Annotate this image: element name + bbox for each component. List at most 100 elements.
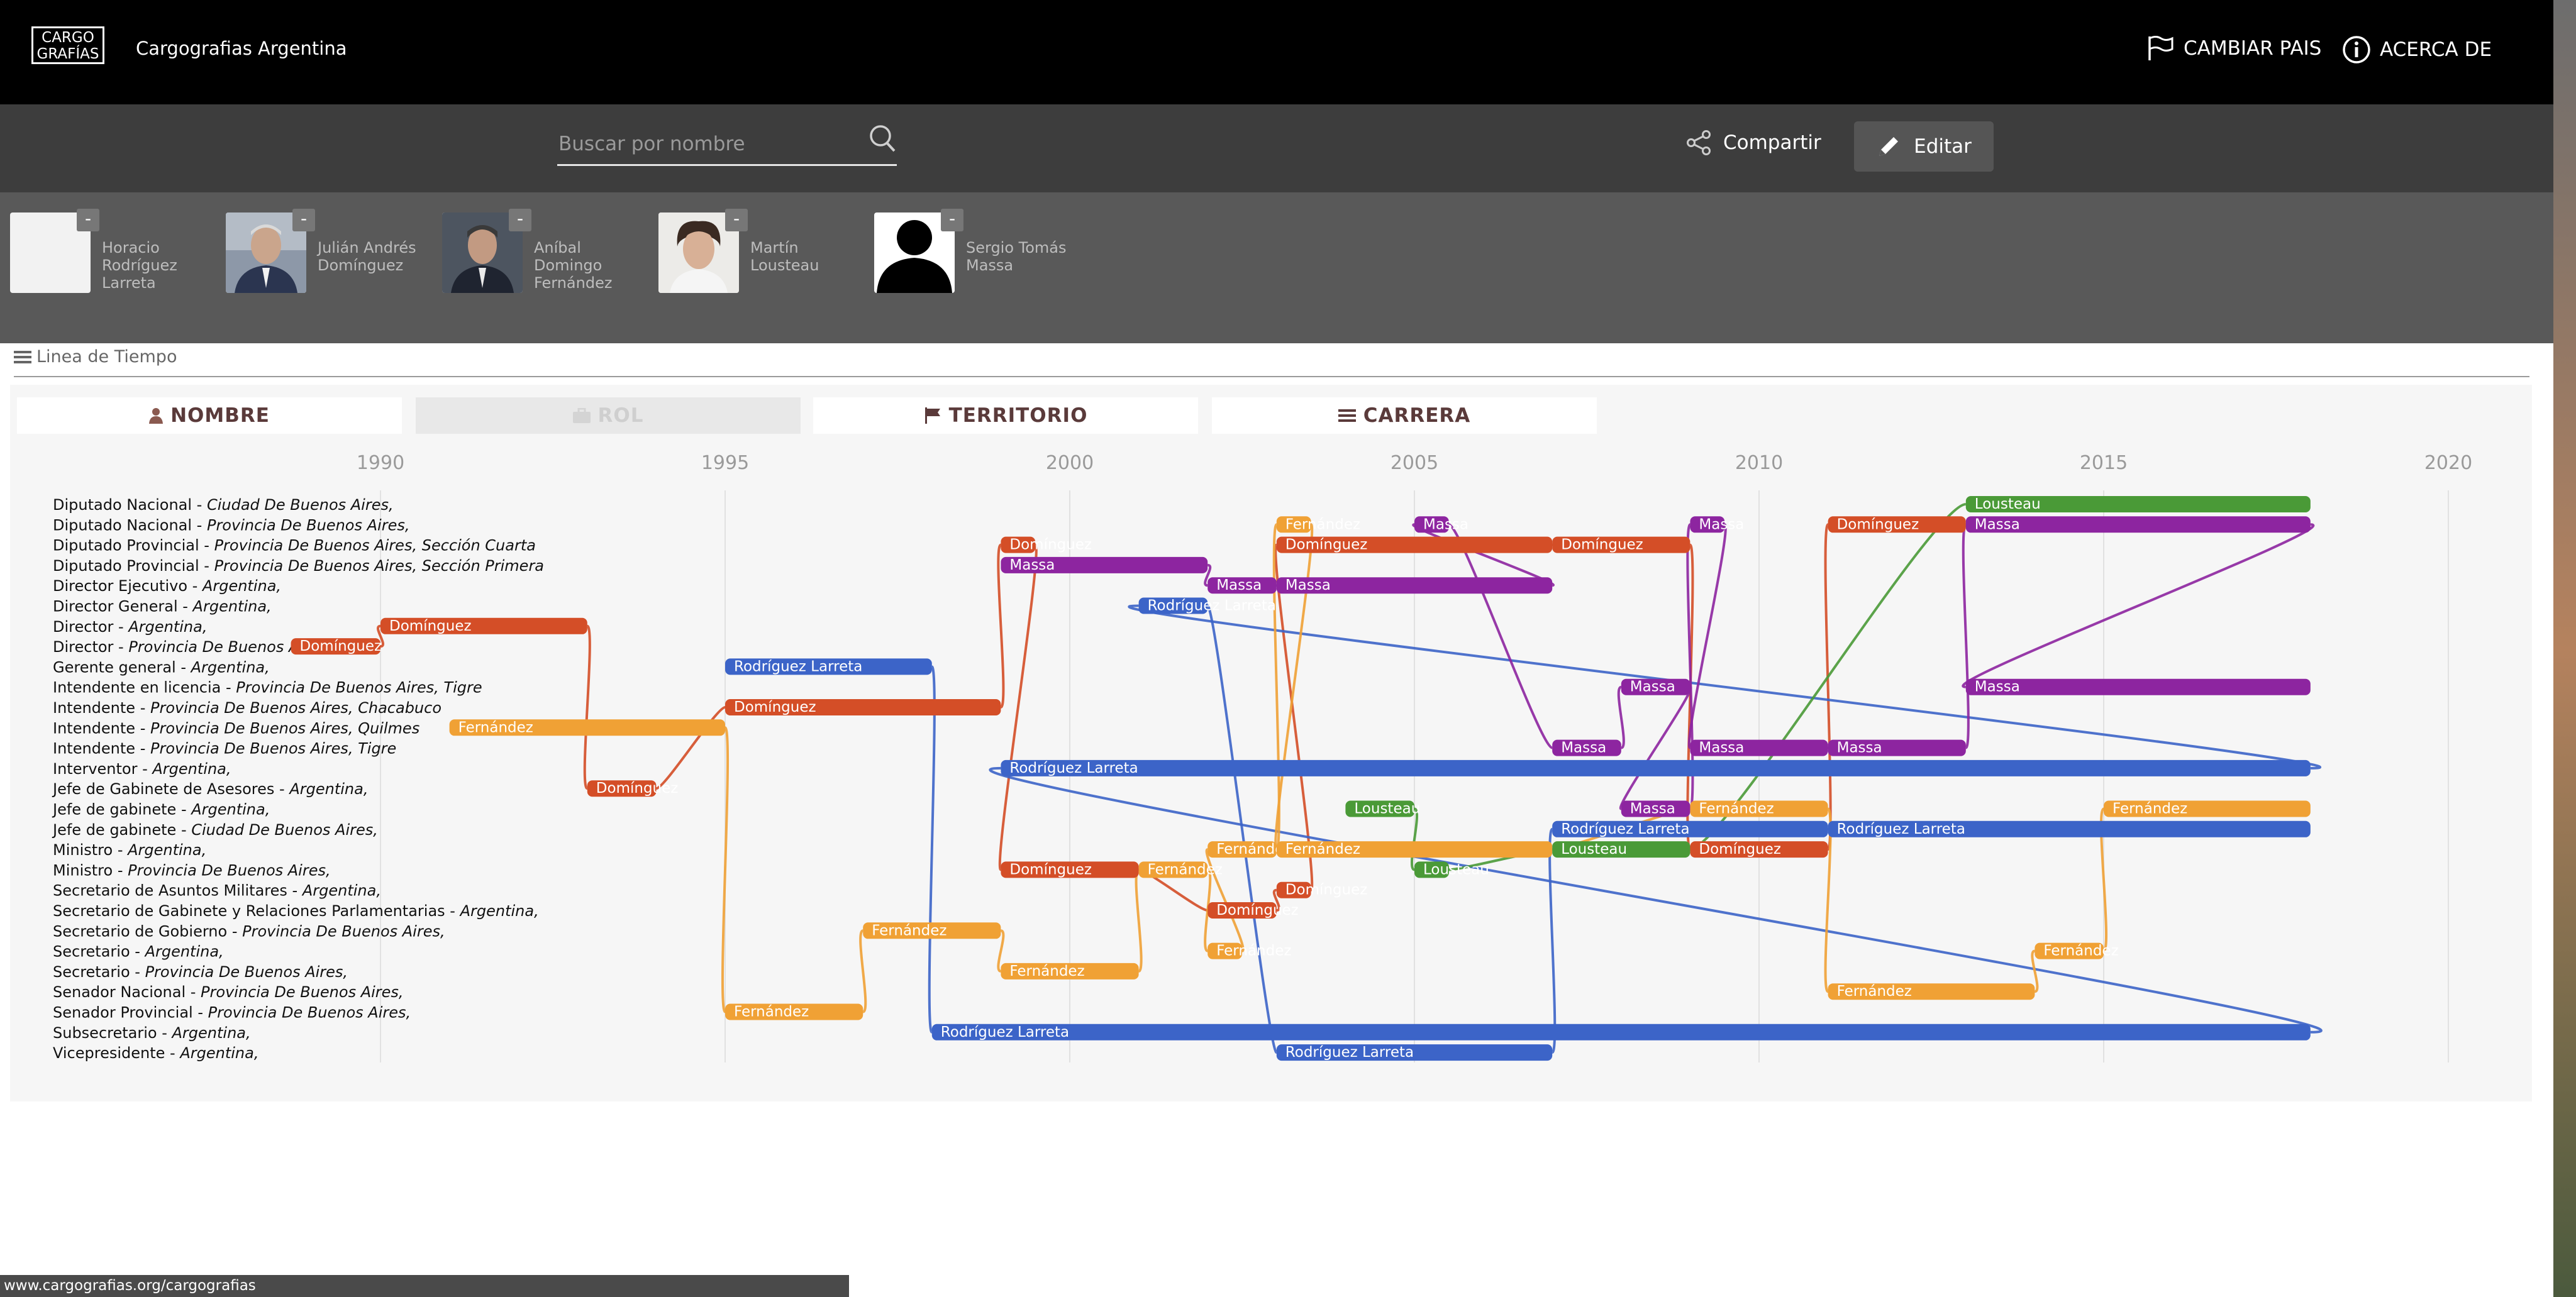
career-bar-label: Fernández [1216, 943, 1291, 959]
career-bar[interactable]: Rodríguez Larreta [1276, 1044, 1553, 1061]
career-bar[interactable]: Massa [1208, 577, 1277, 594]
x-tick-label: 2015 [2080, 452, 2128, 474]
career-bar[interactable]: Fernández [1276, 516, 1360, 533]
search-input[interactable] [557, 123, 897, 166]
career-bar[interactable]: Massa [1690, 739, 1828, 756]
career-bar-label: Domínguez [596, 780, 679, 797]
career-bar[interactable]: Domínguez [1001, 536, 1092, 553]
career-bar[interactable]: Fernández [1138, 861, 1223, 878]
career-connector-line [1824, 523, 1832, 851]
career-connector-line [998, 543, 1038, 871]
career-bar[interactable]: Domínguez [587, 780, 679, 797]
career-bar[interactable]: Fernández [725, 1003, 863, 1020]
career-bar-rect[interactable] [1001, 759, 2311, 776]
tab-territorio[interactable]: TERRITORIO [813, 397, 1198, 434]
career-bar[interactable]: Fernández [2035, 942, 2119, 959]
career-bar[interactable]: Fernández [449, 719, 725, 736]
x-tick-label: 2010 [1735, 452, 1783, 474]
share-button[interactable]: Compartir [1685, 130, 1821, 156]
career-bar[interactable]: Massa [1414, 516, 1468, 533]
about-link[interactable]: ACERCA DE [2342, 35, 2492, 64]
career-bar[interactable]: Domínguez [1552, 536, 1690, 553]
remove-person-button[interactable]: - [77, 209, 99, 231]
career-bar[interactable]: Fernández [1001, 963, 1139, 980]
person-card-massa[interactable]: - Sergio Tomás Massa [874, 209, 1082, 297]
career-bar[interactable]: Massa [1552, 739, 1621, 756]
career-bar[interactable]: Massa [1621, 800, 1690, 817]
career-bar[interactable]: Domínguez [1276, 536, 1553, 553]
career-bar-label: Massa [1285, 577, 1331, 593]
row-label: Jefe de gabinete - Ciudad De Buenos Aire… [52, 821, 378, 839]
career-bar-label: Rodríguez Larreta [1561, 821, 1689, 837]
remove-person-button[interactable]: - [941, 209, 963, 231]
career-bar[interactable]: Rodríguez Larreta [1552, 820, 1828, 837]
search-icon[interactable] [867, 123, 898, 155]
edit-button[interactable]: Editar [1854, 121, 1994, 172]
divider [14, 376, 2529, 377]
user-icon [149, 408, 164, 424]
tab-carrera[interactable]: CARRERA [1212, 397, 1597, 434]
career-bar[interactable]: Massa [1621, 678, 1690, 695]
status-bar-url: www.cargografias.org/cargografias [0, 1275, 849, 1297]
career-bar[interactable]: Fernández [1690, 800, 1828, 817]
career-bar[interactable]: Rodríguez Larreta [931, 1024, 2311, 1040]
career-bar[interactable]: Rodríguez Larreta [1828, 820, 2311, 837]
person-card-lousteau[interactable]: - Martín Lousteau [658, 209, 866, 297]
career-bar[interactable]: Fernández [863, 922, 1001, 939]
career-bar[interactable]: Rodríguez Larreta [725, 658, 932, 675]
career-bar[interactable]: Lousteau [1552, 841, 1690, 858]
row-label: Director - Provincia De Buenos Aires, [53, 638, 331, 656]
timeline-title: Linea de Tiempo [36, 347, 177, 367]
career-bar[interactable]: Lousteau [1345, 800, 1420, 817]
career-bar[interactable]: Massa [1965, 678, 2311, 695]
career-bar[interactable]: Domínguez [291, 638, 382, 655]
logo[interactable]: CARGO GRAFÍAS [31, 26, 104, 64]
career-bar-label: Fernández [734, 1004, 809, 1020]
row-label: Senador Nacional - Provincia De Buenos A… [53, 983, 404, 1001]
career-bar[interactable]: Massa [1690, 516, 1744, 533]
career-bar[interactable]: Domínguez [380, 617, 587, 634]
career-bar-label: Massa [1837, 740, 1882, 756]
career-bar[interactable]: Massa [1276, 577, 1553, 594]
career-bar[interactable]: Fernández [1208, 942, 1291, 959]
career-bar[interactable]: Massa [1965, 516, 2311, 533]
row-label: Intendente - Provincia De Buenos Aires, … [53, 699, 441, 717]
career-bar[interactable]: Domínguez [1001, 861, 1139, 878]
person-card-fernandez[interactable]: - Aníbal Domingo Fernández [442, 209, 650, 297]
career-bar-rect[interactable] [931, 1024, 2311, 1040]
career-bar[interactable]: Fernández [1828, 983, 2035, 1000]
remove-person-button[interactable]: - [509, 209, 531, 231]
x-tick-label: 1995 [701, 452, 749, 474]
career-bar[interactable]: Rodríguez Larreta [1138, 597, 1276, 614]
remove-person-button[interactable]: - [725, 209, 748, 231]
person-card-dominguez[interactable]: - Julián Andrés Domínguez [226, 209, 433, 297]
career-bar-label: Domínguez [389, 618, 472, 634]
person-card-rodriguez-larreta[interactable]: - Horacio Rodríguez Larreta [10, 209, 218, 297]
career-bar[interactable]: Fernández [2104, 800, 2311, 817]
career-bar[interactable]: Domínguez [1690, 841, 1828, 858]
career-bar[interactable]: Massa [1001, 556, 1208, 573]
career-bar[interactable]: Lousteau [1414, 861, 1489, 878]
tab-rol[interactable]: ROL [416, 397, 801, 434]
career-bar[interactable]: Rodríguez Larreta [1001, 759, 2311, 776]
career-bar[interactable]: Domínguez [725, 699, 1001, 715]
career-bar[interactable]: Fernández [1276, 841, 1553, 858]
career-bar[interactable]: Domínguez [1208, 902, 1299, 919]
career-bar[interactable]: Domínguez [1276, 881, 1368, 898]
career-bar-label: Massa [1699, 740, 1744, 756]
x-tick-label: 2000 [1046, 452, 1094, 474]
row-label: Secretario de Asuntos Militares - Argent… [53, 882, 381, 900]
career-bar[interactable]: Lousteau [1965, 496, 2311, 512]
career-bar-label: Rodríguez Larreta [1285, 1044, 1414, 1061]
career-bar[interactable]: Domínguez [1828, 516, 1966, 533]
career-connector-line [1548, 827, 1557, 1054]
tab-nombre[interactable]: NOMBRE [17, 397, 402, 434]
career-bar[interactable]: Massa [1828, 739, 1966, 756]
change-country-link[interactable]: CAMBIAR PAIS [2146, 35, 2321, 62]
career-bar-label: Domínguez [1285, 882, 1368, 898]
row-label: Vicepresidente - Argentina, [53, 1044, 258, 1062]
career-bar-label: Domínguez [1561, 537, 1643, 553]
briefcase-icon [572, 408, 591, 423]
person-name: Horacio Rodríguez Larreta [102, 239, 177, 292]
remove-person-button[interactable]: - [292, 209, 315, 231]
